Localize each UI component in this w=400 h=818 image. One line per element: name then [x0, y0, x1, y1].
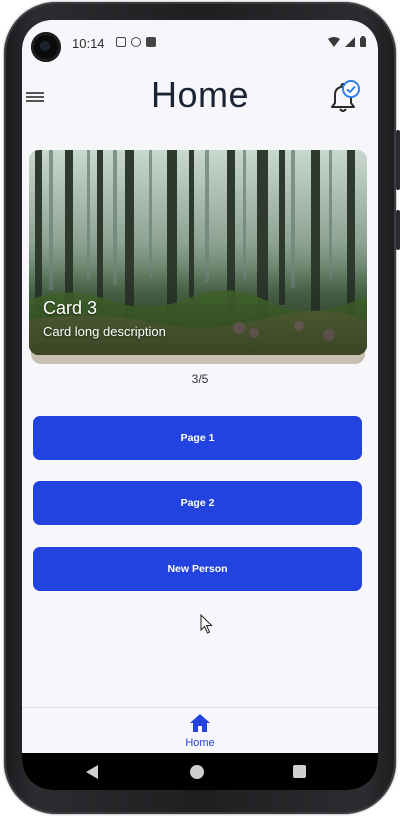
- battery-icon: [360, 36, 366, 47]
- carousel-page-indicator: 3/5: [191, 372, 209, 386]
- app-header: Home: [22, 68, 378, 128]
- nav-item-label: Home: [185, 737, 215, 749]
- power-button: [396, 210, 400, 250]
- page-title: Home: [150, 74, 250, 115]
- bottom-navigation: Home: [22, 707, 378, 753]
- status-bar: 10:14: [22, 20, 378, 68]
- check-circle-icon: [342, 80, 360, 98]
- back-icon[interactable]: [86, 765, 98, 779]
- home-circle-icon[interactable]: [190, 765, 204, 779]
- sd-card-icon: [146, 37, 156, 47]
- front-camera: [31, 32, 61, 62]
- system-navigation-bar: [22, 753, 378, 790]
- carousel-card[interactable]: Card 3 Card long description: [29, 150, 367, 355]
- image-notification-icon: [116, 37, 126, 47]
- notification-icons: [116, 37, 156, 47]
- new-person-button[interactable]: New Person: [33, 547, 362, 591]
- system-status-icons: [328, 36, 366, 47]
- recents-icon[interactable]: [293, 765, 306, 778]
- status-time: 10:14: [72, 36, 105, 51]
- card-title: Card 3: [43, 298, 98, 318]
- signal-icon: [345, 36, 355, 47]
- app-notification-icon: [131, 37, 141, 47]
- notifications-button[interactable]: [326, 80, 362, 116]
- page-2-button[interactable]: Page 2: [33, 481, 362, 525]
- phone-frame: 10:14 Home Card 3 Card long description …: [0, 0, 400, 818]
- wifi-icon: [328, 36, 340, 47]
- nav-item-home[interactable]: Home: [170, 711, 230, 753]
- image-carousel[interactable]: Card 3 Card long description: [29, 150, 367, 364]
- app-screen: 10:14 Home Card 3 Card long description …: [22, 20, 378, 790]
- mouse-cursor-icon: [200, 614, 213, 634]
- volume-button: [396, 130, 400, 190]
- card-description: Card long description: [43, 324, 166, 339]
- page-1-button[interactable]: Page 1: [33, 416, 362, 460]
- home-icon: [190, 714, 210, 732]
